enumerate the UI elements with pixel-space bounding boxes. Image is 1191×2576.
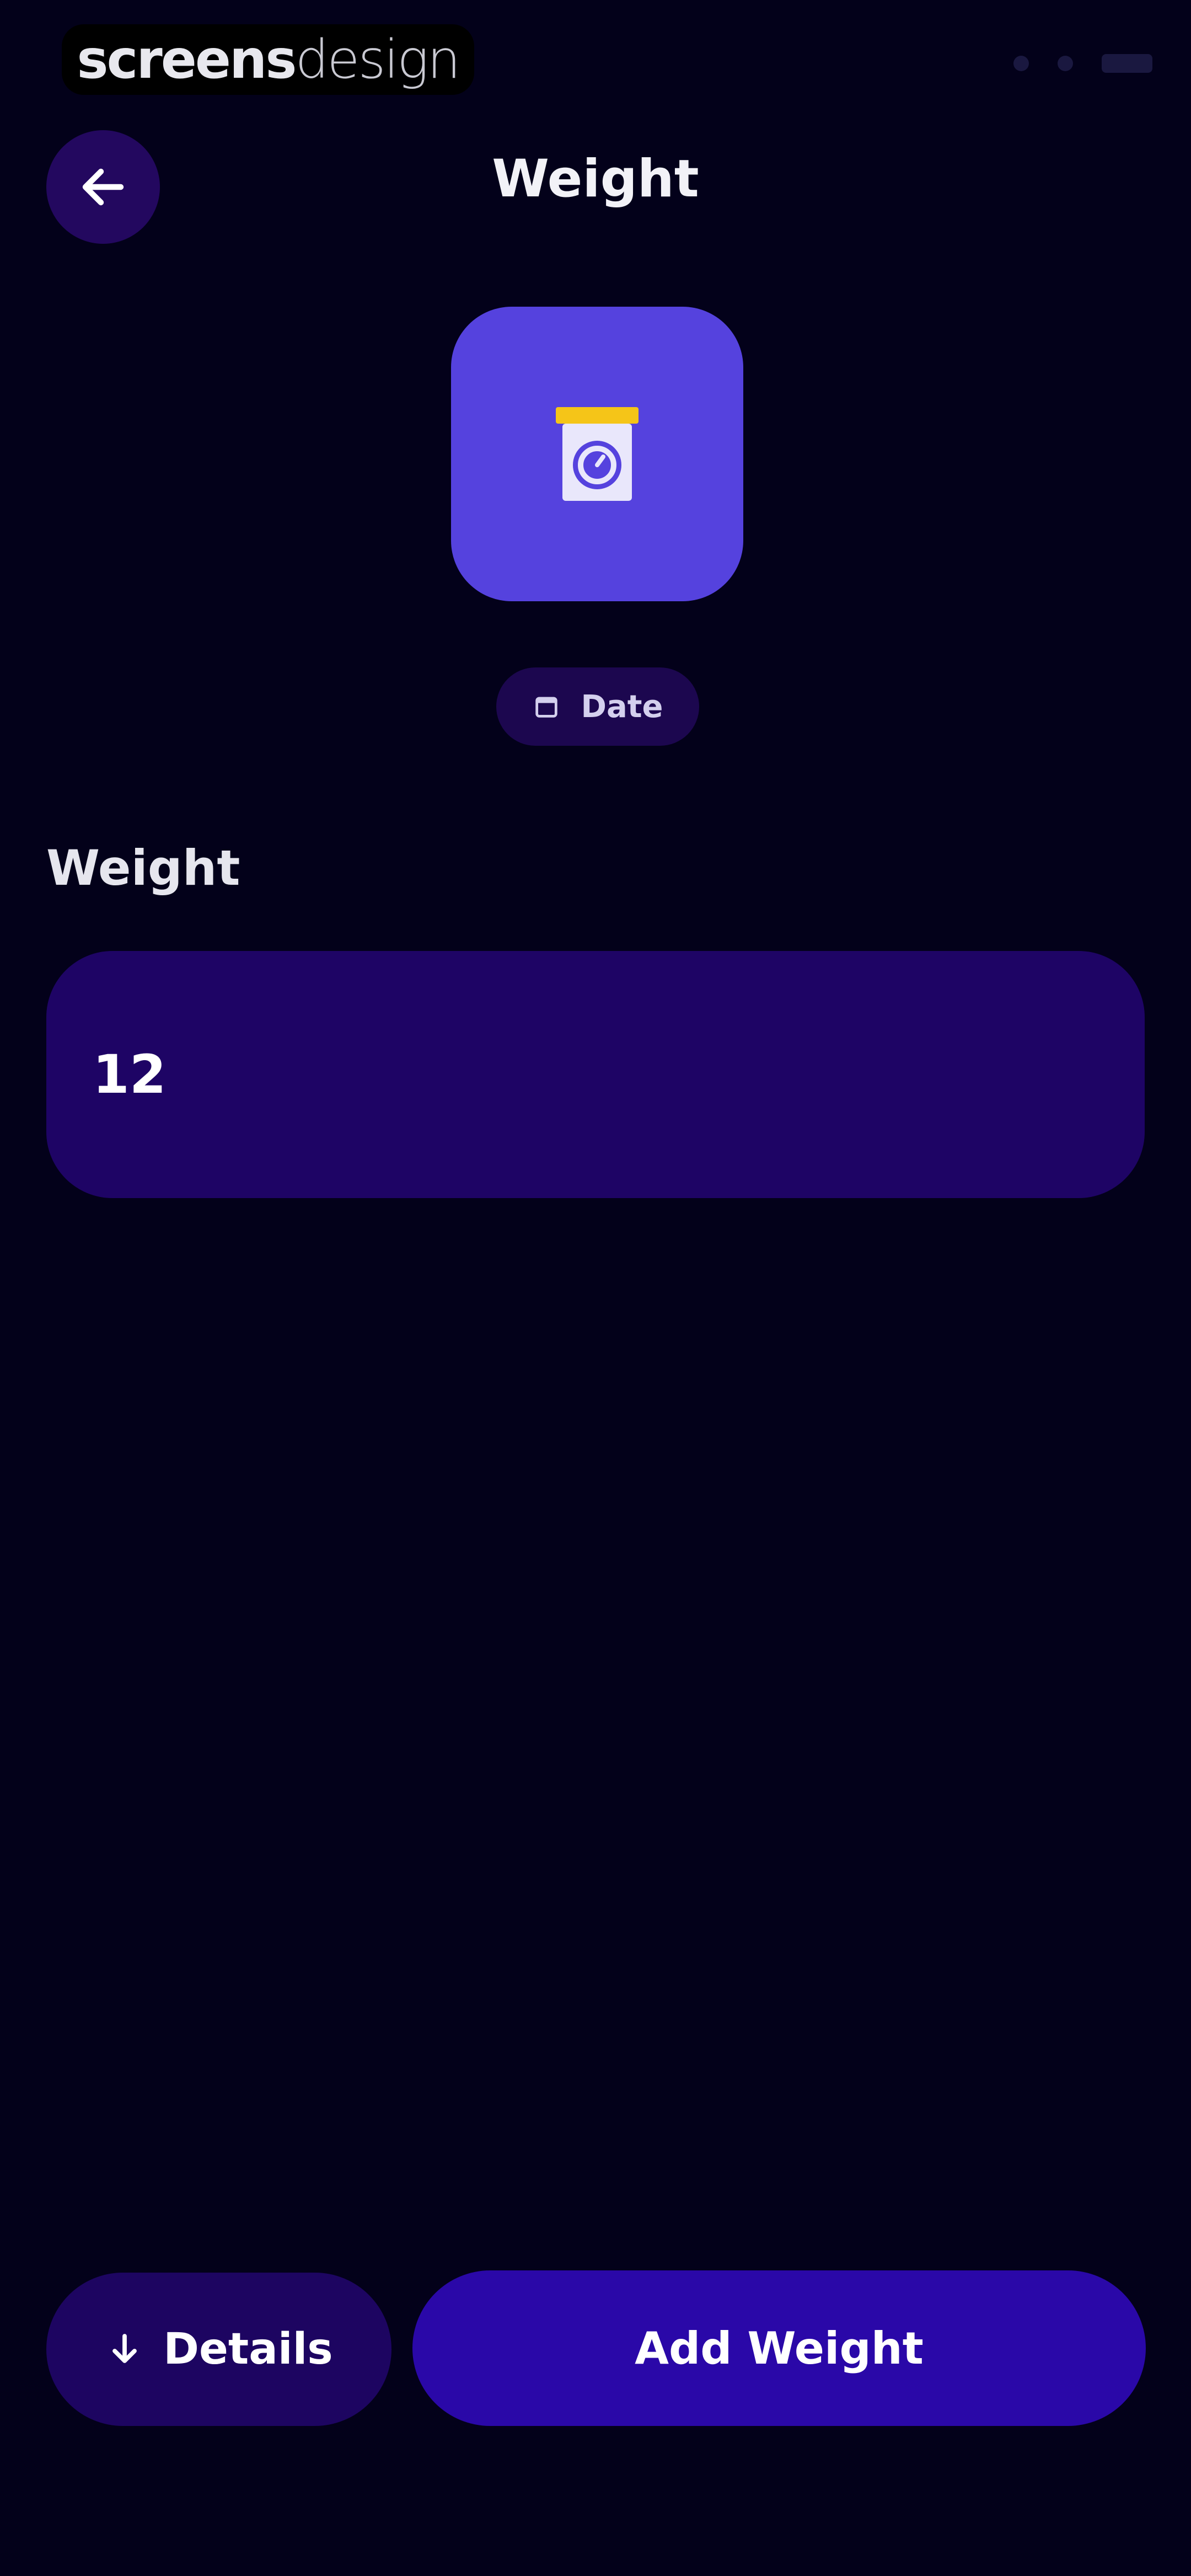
weight-input-value: 12: [93, 1044, 167, 1105]
date-chip-label: Date: [581, 688, 663, 725]
signal-icon: [1013, 56, 1029, 71]
wifi-icon: [1058, 56, 1073, 71]
weight-input[interactable]: 12: [46, 951, 1145, 1198]
add-weight-button-label: Add Weight: [635, 2322, 924, 2374]
status-bar: [1013, 54, 1152, 73]
date-chip[interactable]: Date: [496, 667, 699, 746]
watermark-bold: screens: [77, 29, 297, 90]
weight-field-label: Weight: [46, 840, 240, 896]
watermark-light: design: [295, 29, 460, 90]
details-button-label: Details: [163, 2324, 333, 2374]
weight-category-tile: [451, 307, 743, 601]
calendar-icon: [535, 697, 558, 718]
arrow-down-icon: [112, 2334, 137, 2363]
page-title: Weight: [492, 149, 699, 209]
scale-icon: [556, 407, 639, 501]
add-weight-button[interactable]: Add Weight: [412, 2270, 1146, 2426]
watermark-logo: screens design: [62, 24, 474, 95]
battery-icon: [1102, 54, 1152, 73]
details-button[interactable]: Details: [46, 2273, 391, 2426]
